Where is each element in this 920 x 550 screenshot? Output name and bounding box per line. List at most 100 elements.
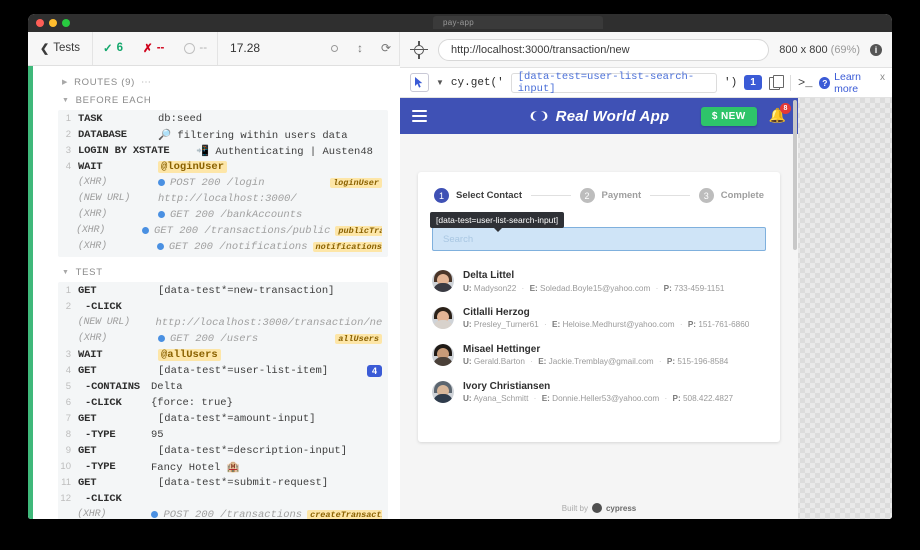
footer-prefix: Built by [561, 503, 588, 513]
step-select-contact[interactable]: 1 Select Contact [434, 188, 522, 203]
expand-collapse-icon[interactable]: ↕ [347, 32, 373, 65]
command-number: 4 [65, 365, 71, 377]
username-value: Presley_Turner61 [473, 320, 539, 330]
maximize-window-button[interactable] [62, 19, 70, 27]
command-row[interactable]: 1 GET [data-test*=new-transaction] [58, 283, 388, 299]
command-row[interactable]: 1 TASK db:seed [58, 111, 388, 127]
user-list-item[interactable]: Misael Hettinger U: Gerald.Barton · E: J… [418, 337, 780, 374]
command-row[interactable]: 5 -CONTAINS Delta [58, 379, 388, 395]
section-routes[interactable]: ▶ ROUTES (9) ⋯ [58, 74, 388, 92]
command-number: 10 [60, 461, 71, 473]
command-number: 7 [65, 413, 71, 425]
hotel-emoji-icon: 🏨 [226, 460, 240, 473]
element-count-badge: 4 [366, 364, 382, 377]
command-method: LOGIN BY XSTATE [78, 144, 170, 157]
user-list-item[interactable]: Ivory Christiansen U: Ayana_Schmitt · E:… [418, 374, 780, 411]
user-list-search-input[interactable]: Search [432, 227, 766, 251]
new-transaction-button[interactable]: $ NEW [700, 106, 757, 126]
xhr-text: GET 200 /bankAccounts [170, 208, 303, 221]
command-number: 5 [65, 381, 71, 393]
user-list-item[interactable]: Delta Littel U: Madyson22 · E: Soledad.B… [418, 263, 780, 300]
command-row[interactable]: 8 -TYPE 95 [58, 427, 388, 443]
command-row[interactable]: 2 DATABASE 🔎 filtering within users data [58, 127, 388, 143]
user-meta: U: Ayana_Schmitt · E: Donnie.Heller53@ya… [463, 394, 734, 404]
back-to-tests-button[interactable]: ❮ Tests [28, 32, 92, 65]
xhr-row[interactable]: (XHR) POST 200 /transactions createTransa… [58, 507, 388, 519]
command-arg: db:seed [158, 112, 203, 125]
before-each-commands: 1 TASK db:seed 2 DATABASE 🔎 filtering wi… [58, 109, 388, 257]
user-list-item[interactable]: Citlalli Herzog U: Presley_Turner61 · E:… [418, 300, 780, 337]
selector-playground-toggle-icon[interactable] [410, 40, 428, 59]
url-input[interactable]: http://localhost:3000/transaction/new [438, 38, 770, 61]
selector-input[interactable]: [data-test=user-list-search-input] [510, 71, 718, 95]
xhr-text-wrap: http://localhost:3000/transaction/new [155, 317, 382, 329]
command-row[interactable]: 3 WAIT @allUsers [58, 347, 388, 363]
command-method: GET [78, 444, 97, 457]
user-name: Citlalli Herzog [463, 306, 530, 318]
learn-more-link[interactable]: ? Learn more [819, 71, 882, 95]
close-icon[interactable]: x [880, 72, 885, 83]
command-row[interactable]: 4 GET [data-test*=user-list-item] 4 [58, 363, 388, 379]
learn-more-label: Learn more [834, 70, 861, 95]
command-row[interactable]: 11 GET [data-test*=submit-request] [58, 475, 388, 491]
phone-label: P: [663, 283, 672, 293]
route-alias-pill: createTransaction [307, 509, 382, 519]
magnifier-emoji-icon: 🔎 [158, 128, 172, 141]
mobile-emoji-icon: 📲 [196, 144, 210, 157]
back-to-tests-label: Tests [53, 42, 81, 55]
section-before-each-label: BEFORE EACH [75, 94, 152, 106]
xhr-row[interactable]: (XHR) GET 200 /transactions/public public… [58, 223, 388, 239]
command-row[interactable]: 10 -TYPE Fancy Hotel 🏨 [58, 459, 388, 475]
browser-tab-title[interactable]: pay-app [433, 16, 603, 29]
email-value: Jackie.Tremblay@gmail.com [548, 357, 654, 367]
command-row[interactable]: 3 LOGIN BY XSTATE 📲 Authenticating | Aus… [58, 143, 388, 159]
cypress-reporter: ❮ Tests ✓ 6 ✗ -- -- 17.28 ↕ ⟳ ▶ ROUTES (… [28, 32, 400, 519]
notifications-button[interactable]: 🔔 8 [769, 103, 791, 125]
section-before-each[interactable]: ▼ BEFORE EACH [58, 92, 388, 110]
command-row[interactable]: 4 WAIT @loginUser [58, 159, 388, 175]
xhr-text-wrap: POST 200 /transactions createTransaction [151, 509, 382, 519]
command-arg: Fancy Hotel 🏨 [151, 460, 382, 474]
xhr-row[interactable]: (XHR) GET 200 /users allUsers [58, 331, 388, 347]
copy-icon[interactable] [768, 74, 785, 91]
command-row[interactable]: 9 GET [data-test*=description-input] [58, 443, 388, 459]
xhr-row[interactable]: (NEW URL) http://localhost:3000/transact… [58, 315, 388, 331]
command-arg: {force: true} [151, 396, 233, 409]
auto-scroll-toggle[interactable] [321, 32, 347, 65]
xhr-row[interactable]: (NEW URL) http://localhost:3000/ [58, 191, 388, 207]
element-picker-button[interactable] [410, 73, 429, 92]
menu-icon[interactable] [412, 107, 427, 124]
chevron-down-icon: ▼ [62, 268, 70, 276]
app-under-test-panel: http://localhost:3000/transaction/new 80… [400, 32, 892, 519]
xhr-row[interactable]: (XHR) GET 200 /bankAccounts [58, 207, 388, 223]
command-row[interactable]: 6 -CLICK {force: true} [58, 395, 388, 411]
stat-pending: -- [174, 32, 217, 65]
xhr-row[interactable]: (XHR) GET 200 /notifications notification… [58, 239, 388, 255]
email-label: E: [529, 283, 538, 293]
app-scrollbar[interactable] [793, 100, 797, 250]
alias-pill: @loginUser [158, 160, 228, 173]
restart-tests-button[interactable]: ⟳ [373, 32, 399, 65]
step-payment[interactable]: 2 Payment [579, 188, 641, 203]
section-test[interactable]: ▼ TEST [58, 264, 388, 282]
selector-highlight-tooltip: [data-test=user-list-search-input] [430, 212, 565, 232]
chevron-down-icon[interactable]: ▼ [436, 78, 444, 87]
info-icon[interactable]: i [870, 43, 882, 56]
minimize-window-button[interactable] [49, 19, 57, 27]
chevron-right-icon: ▶ [62, 79, 69, 87]
command-method: WAIT [78, 348, 103, 361]
command-row[interactable]: 12 -CLICK [58, 491, 388, 507]
close-window-button[interactable] [36, 19, 44, 27]
command-arg: [data-test*=user-list-item] [158, 364, 329, 377]
window-controls[interactable] [28, 19, 70, 27]
reporter-command-log[interactable]: ▶ ROUTES (9) ⋯ ▼ BEFORE EACH 1 TASK db:s… [28, 65, 400, 519]
xhr-row[interactable]: (XHR) POST 200 /login loginUser [58, 175, 388, 191]
phone-label: P: [687, 320, 697, 330]
phone-label: P: [672, 394, 681, 404]
step-complete[interactable]: 3 Complete [698, 188, 764, 203]
print-to-console-icon[interactable]: >_ [798, 76, 812, 90]
command-row[interactable]: 2 -CLICK [58, 299, 388, 315]
command-method: -CLICK [85, 492, 122, 505]
command-row[interactable]: 7 GET [data-test*=amount-input] [58, 411, 388, 427]
route-alias-pill: notifications [312, 241, 382, 252]
